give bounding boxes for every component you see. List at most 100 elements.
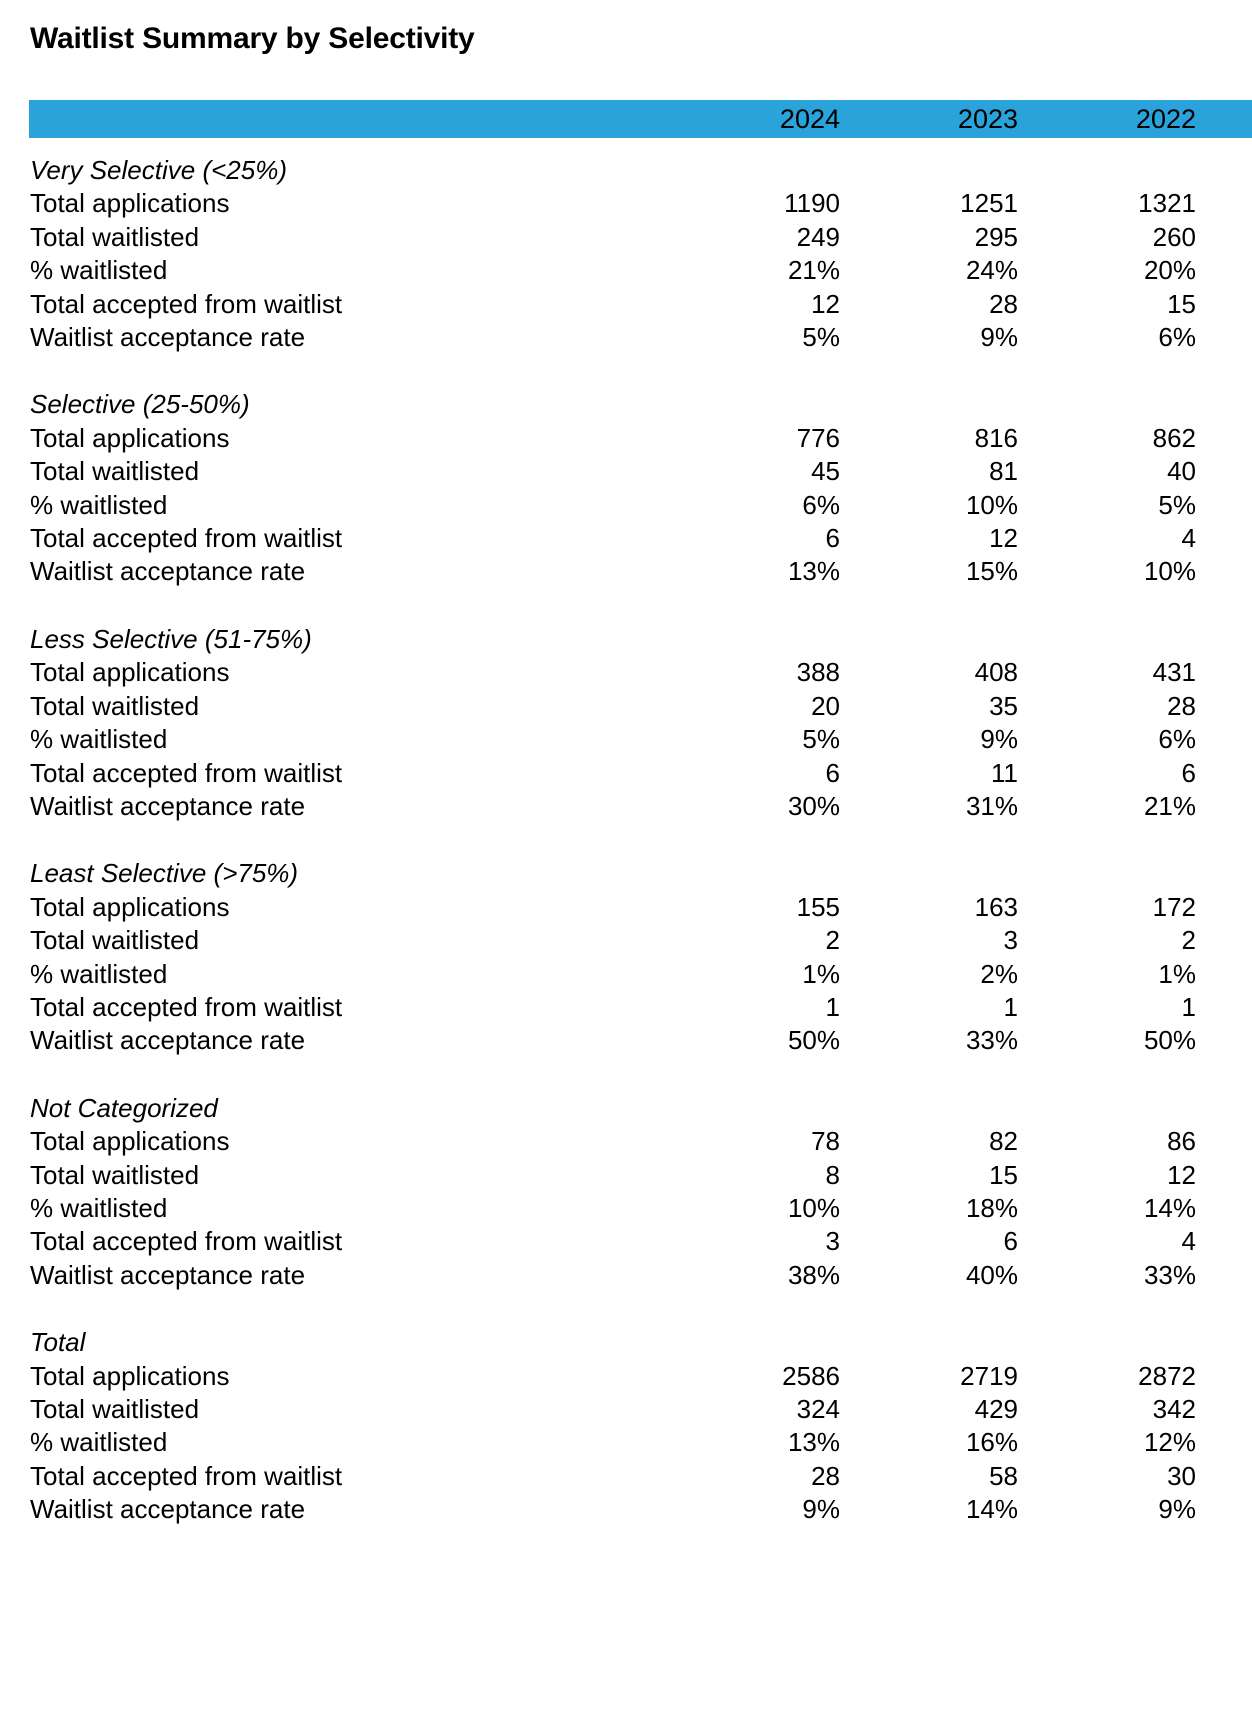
cell-total-applications-2023: 82 bbox=[989, 1126, 1018, 1157]
row-label-total-applications: Total applications bbox=[30, 1126, 230, 1157]
cell-total-applications-2024: 388 bbox=[796, 657, 840, 688]
table-row: Total waitlisted 8 15 12 bbox=[29, 1159, 1252, 1192]
row-pad-cell bbox=[1204, 1225, 1252, 1258]
table-row: Total applications 155 163 172 bbox=[29, 891, 1252, 924]
spacer-cell bbox=[670, 589, 848, 623]
spacer-cell bbox=[1204, 589, 1252, 623]
cell-total-waitlisted-2022: 12 bbox=[1167, 1159, 1196, 1190]
cell-total-waitlisted-2023: 3 bbox=[1003, 925, 1018, 956]
row-label-total-waitlisted: Total waitlisted bbox=[30, 925, 200, 956]
group-header-empty-cell bbox=[1026, 1326, 1204, 1359]
row-pad-cell bbox=[1204, 1426, 1252, 1459]
row-pad-cell bbox=[1204, 288, 1252, 321]
table-header-row: 2024 2023 2022 bbox=[29, 100, 1252, 138]
cell-total-waitlisted-2023: 35 bbox=[989, 690, 1018, 721]
cell-total-applications-2022: 1321 bbox=[1138, 188, 1196, 219]
spacer-cell bbox=[1204, 1292, 1252, 1326]
spacer-cell bbox=[670, 823, 848, 857]
table-row: Total applications 776 816 862 bbox=[29, 422, 1252, 455]
group-title-very-selective-25: Very Selective (<25%) bbox=[30, 155, 287, 185]
group-header-empty-cell bbox=[1204, 154, 1252, 187]
cell-total-accepted-from-waitlist-2022: 6 bbox=[1181, 757, 1196, 788]
row-pad-cell bbox=[1204, 1393, 1252, 1426]
cell-total-applications-2023: 408 bbox=[974, 657, 1018, 688]
table-row: Total waitlisted 324 429 342 bbox=[29, 1393, 1252, 1426]
cell-total-waitlisted-2023: 295 bbox=[974, 221, 1018, 252]
cell-total-waitlisted-2022: 40 bbox=[1167, 456, 1196, 487]
column-header-2022: 2022 bbox=[1135, 104, 1196, 134]
cell-waitlisted-2024: 1% bbox=[802, 958, 840, 989]
cell-total-applications-2023: 163 bbox=[974, 891, 1018, 922]
cell-waitlisted-2024: 13% bbox=[787, 1427, 840, 1458]
row-label-total-waitlisted: Total waitlisted bbox=[30, 456, 200, 487]
cell-waitlist-acceptance-rate-2023: 40% bbox=[965, 1259, 1018, 1290]
cell-waitlist-acceptance-rate-2024: 9% bbox=[802, 1494, 840, 1525]
cell-total-accepted-from-waitlist-2022: 4 bbox=[1181, 1226, 1196, 1257]
cell-waitlist-acceptance-rate-2023: 15% bbox=[965, 556, 1018, 587]
group-header-empty-cell bbox=[848, 388, 1026, 421]
group-header-row-total: Total bbox=[29, 1326, 1252, 1359]
row-label-total-accepted-from-waitlist: Total accepted from waitlist bbox=[30, 288, 343, 319]
row-label-waitlist-acceptance-rate: Waitlist acceptance rate bbox=[30, 1494, 306, 1525]
group-header-empty-cell bbox=[670, 388, 848, 421]
column-header-metric bbox=[29, 100, 670, 138]
spacer-cell bbox=[848, 1292, 1026, 1326]
group-header-empty-cell bbox=[1026, 857, 1204, 890]
spacer-cell bbox=[848, 1058, 1026, 1092]
table-row: Total waitlisted 45 81 40 bbox=[29, 455, 1252, 488]
group-header-empty-cell bbox=[670, 154, 848, 187]
row-label-total-applications: Total applications bbox=[30, 1360, 230, 1391]
group-title-not-categorized: Not Categorized bbox=[30, 1092, 218, 1123]
spacer-cell bbox=[1204, 138, 1252, 154]
row-label-total-applications: Total applications bbox=[30, 657, 230, 688]
table-top-gap bbox=[29, 138, 1252, 154]
group-header-empty-cell bbox=[1204, 857, 1252, 890]
cell-total-accepted-from-waitlist-2023: 12 bbox=[989, 523, 1018, 554]
table-row: Total applications 388 408 431 bbox=[29, 656, 1252, 689]
cell-waitlist-acceptance-rate-2022: 9% bbox=[1158, 1494, 1196, 1525]
group-header-empty-cell bbox=[1204, 1326, 1252, 1359]
cell-total-waitlisted-2024: 8 bbox=[825, 1159, 840, 1190]
row-label-waitlisted: % waitlisted bbox=[30, 1192, 168, 1223]
spacer-cell bbox=[29, 823, 670, 857]
column-header-pad bbox=[1204, 100, 1252, 138]
group-header-empty-cell bbox=[1026, 623, 1204, 656]
row-label-waitlist-acceptance-rate: Waitlist acceptance rate bbox=[30, 556, 306, 587]
table-row: Total waitlisted 249 295 260 bbox=[29, 221, 1252, 254]
spacer-cell bbox=[670, 138, 848, 154]
cell-total-waitlisted-2023: 15 bbox=[989, 1159, 1018, 1190]
cell-waitlisted-2023: 24% bbox=[965, 255, 1018, 286]
row-pad-cell bbox=[1204, 321, 1252, 354]
group-header-empty-cell bbox=[1204, 1092, 1252, 1125]
cell-waitlist-acceptance-rate-2023: 9% bbox=[980, 322, 1018, 353]
cell-total-waitlisted-2022: 28 bbox=[1167, 690, 1196, 721]
spacer-cell bbox=[29, 354, 670, 388]
cell-waitlisted-2022: 12% bbox=[1143, 1427, 1196, 1458]
cell-waitlist-acceptance-rate-2023: 33% bbox=[965, 1025, 1018, 1056]
row-pad-cell bbox=[1204, 1125, 1252, 1158]
group-header-empty-cell bbox=[1204, 388, 1252, 421]
table-row: Total accepted from waitlist 3 6 4 bbox=[29, 1225, 1252, 1258]
table-row: Waitlist acceptance rate 5% 9% 6% bbox=[29, 321, 1252, 354]
table-row: Waitlist acceptance rate 50% 33% 50% bbox=[29, 1024, 1252, 1057]
cell-total-applications-2022: 431 bbox=[1152, 657, 1196, 688]
row-pad-cell bbox=[1204, 891, 1252, 924]
spacer-cell bbox=[848, 823, 1026, 857]
row-pad-cell bbox=[1204, 221, 1252, 254]
table-row: % waitlisted 13% 16% 12% bbox=[29, 1426, 1252, 1459]
row-label-waitlist-acceptance-rate: Waitlist acceptance rate bbox=[30, 322, 306, 353]
group-header-row-selective-25-50: Selective (25-50%) bbox=[29, 388, 1252, 421]
spacer-cell bbox=[1026, 1292, 1204, 1326]
cell-total-applications-2024: 78 bbox=[811, 1126, 840, 1157]
group-header-row-very-selective-25: Very Selective (<25%) bbox=[29, 154, 1252, 187]
table-row: Total accepted from waitlist 6 12 4 bbox=[29, 522, 1252, 555]
spacer-cell bbox=[1204, 354, 1252, 388]
group-header-empty-cell bbox=[1026, 388, 1204, 421]
cell-total-accepted-from-waitlist-2024: 1 bbox=[825, 991, 840, 1022]
cell-total-applications-2022: 172 bbox=[1152, 891, 1196, 922]
group-header-empty-cell bbox=[848, 623, 1026, 656]
row-label-total-waitlisted: Total waitlisted bbox=[30, 690, 200, 721]
row-pad-cell bbox=[1204, 991, 1252, 1024]
group-header-empty-cell bbox=[670, 623, 848, 656]
cell-total-accepted-from-waitlist-2024: 12 bbox=[811, 288, 840, 319]
